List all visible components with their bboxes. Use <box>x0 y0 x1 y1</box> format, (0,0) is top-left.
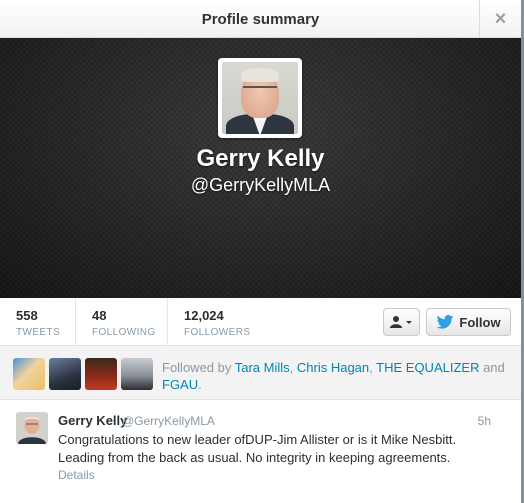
tweet-handle[interactable]: @GerryKellyMLA <box>122 414 215 428</box>
stat-count: 12,024 <box>184 308 224 323</box>
followed-by-prefix: Followed by <box>162 360 235 375</box>
follower-link[interactable]: FGAU <box>162 377 198 392</box>
user-dropdown-icon <box>389 316 412 328</box>
profile-handle[interactable]: @GerryKellyMLA <box>0 175 521 196</box>
follower-avatar[interactable] <box>85 358 117 390</box>
profile-summary-dialog: Profile summary × Gerry Kelly @GerryKell… <box>0 0 521 503</box>
follower-link[interactable]: THE EQUALIZER <box>376 360 479 375</box>
tweet-timestamp[interactable]: 5h <box>478 414 491 428</box>
profile-banner: Gerry Kelly @GerryKellyMLA <box>0 38 521 298</box>
followed-by-text: Followed by Tara Mills, Chris Hagan, THE… <box>162 359 512 393</box>
tweet-item[interactable]: Gerry Kelly @GerryKellyMLA 5h Congratula… <box>0 400 521 503</box>
twitter-bird-icon <box>437 315 454 329</box>
avatar-photo <box>16 412 48 444</box>
close-button[interactable]: × <box>479 0 521 38</box>
stat-following[interactable]: 48 FOLLOWING <box>75 298 167 346</box>
follower-link[interactable]: Tara Mills <box>235 360 290 375</box>
stat-tweets[interactable]: 558 TWEETS <box>0 298 75 346</box>
stat-count: 558 <box>16 308 38 323</box>
profile-avatar[interactable] <box>218 58 302 138</box>
followed-by-section: Followed by Tara Mills, Chris Hagan, THE… <box>0 346 521 400</box>
separator: , <box>289 360 297 375</box>
stat-label: TWEETS <box>16 327 61 338</box>
follower-link[interactable]: Chris Hagan <box>297 360 369 375</box>
dialog-header: Profile summary × <box>0 0 521 38</box>
follower-avatar[interactable] <box>121 358 153 390</box>
stat-count: 48 <box>92 308 107 323</box>
close-icon: × <box>494 7 507 30</box>
avatar-photo <box>222 62 298 134</box>
profile-name[interactable]: Gerry Kelly <box>0 145 521 173</box>
follow-label: Follow <box>459 314 501 330</box>
profile-stats: 558 TWEETS 48 FOLLOWING 12,024 FOLLOWERS… <box>0 298 521 346</box>
stat-label: FOLLOWING <box>92 327 156 338</box>
stat-label: FOLLOWERS <box>184 327 251 338</box>
tweet-avatar[interactable] <box>16 412 48 444</box>
separator: and <box>479 360 505 375</box>
follower-avatar[interactable] <box>13 358 45 390</box>
tweet-author[interactable]: Gerry Kelly <box>58 413 127 428</box>
follower-avatar[interactable] <box>49 358 81 390</box>
details-link[interactable]: Details <box>58 468 95 482</box>
separator: . <box>198 377 202 392</box>
follow-button[interactable]: Follow <box>426 308 511 336</box>
user-actions-button[interactable] <box>383 308 420 336</box>
dialog-title: Profile summary <box>201 11 320 28</box>
tweet-text: Congratulations to new leader ofDUP-Jim … <box>58 432 457 465</box>
stat-followers[interactable]: 12,024 FOLLOWERS <box>167 298 267 346</box>
